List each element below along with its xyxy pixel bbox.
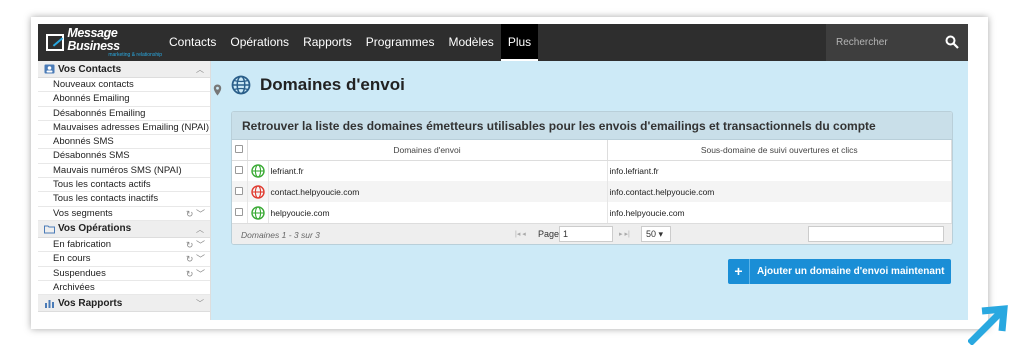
brand-logo[interactable]: Message Business marketing & relationshi…	[38, 24, 162, 61]
sidebar-item-archivees[interactable]: Archivées	[38, 281, 210, 296]
sidebar-item-contacts-inactifs[interactable]: Tous les contacts inactifs	[38, 192, 210, 207]
chevron-down-icon[interactable]: ﹀	[196, 269, 205, 279]
sidebar-header-operations[interactable]: Vos Opérations ︿	[38, 220, 210, 238]
page-header: Domaines d'envoi	[231, 75, 405, 95]
domain-cell: contact.helpyoucie.com	[268, 181, 608, 202]
sidebar-header-rapports[interactable]: Vos Rapports ﹀	[38, 295, 210, 313]
sidebar-item-en-cours[interactable]: En cours ↻ ﹀	[38, 252, 210, 267]
pager-next-icon[interactable]: ▸ ▸|	[619, 230, 630, 238]
add-domain-button[interactable]: + Ajouter un domaine d'envoi maintenant	[728, 259, 951, 284]
domain-cell: lefriant.fr	[268, 160, 608, 181]
sidebar-header-label: Vos Contacts	[58, 63, 122, 75]
sidebar-item-suspendues[interactable]: Suspendues ↻ ﹀	[38, 267, 210, 281]
globe-icon	[231, 75, 251, 95]
search-box	[826, 24, 968, 61]
sidebar-header-contacts[interactable]: Vos Contacts ︿	[38, 61, 210, 78]
page-label: Page	[538, 229, 560, 239]
refresh-icon[interactable]: ↻	[186, 209, 194, 219]
refresh-icon[interactable]: ↻	[186, 254, 194, 264]
domains-table: Domaines d'envoi Sous-domaine de suivi o…	[232, 140, 952, 223]
domains-panel: Retrouver la liste des domaines émetteur…	[231, 111, 953, 245]
chevron-down-icon[interactable]: ﹀	[196, 254, 205, 264]
sidebar-header-label: Vos Opérations	[58, 223, 132, 235]
chevron-down-icon[interactable]: ﹀	[196, 298, 204, 309]
nav-plus[interactable]: Plus	[500, 24, 539, 61]
corner-arrow-icon	[968, 305, 1008, 345]
search-input[interactable]	[836, 37, 936, 48]
logo-title: Message Business	[67, 26, 120, 53]
globe-status-icon	[250, 184, 265, 199]
chevron-up-icon[interactable]: ︿	[196, 224, 204, 235]
top-navigation-bar: Message Business marketing & relationshi…	[38, 24, 968, 61]
subdomain-cell: info.helpyoucie.com	[607, 202, 952, 223]
sidebar-item-en-fabrication[interactable]: En fabrication ↻ ﹀	[38, 238, 210, 253]
table-pager: Domaines 1 - 3 sur 3 |◂ ◂ Page 1 ▸ ▸| 50…	[232, 223, 952, 244]
table-header-row: Domaines d'envoi Sous-domaine de suivi o…	[232, 140, 952, 161]
sidebar-item-npai-emailing[interactable]: Mauvaises adresses Emailing (NPAI)	[38, 121, 210, 136]
add-domain-button-label: Ajouter un domaine d'envoi maintenant	[757, 266, 945, 277]
nav-programmes[interactable]: Programmes	[359, 24, 442, 61]
bar-chart-icon	[45, 300, 54, 309]
nav-contacts[interactable]: Contacts	[162, 24, 223, 61]
page-title: Domaines d'envoi	[260, 75, 405, 94]
page-size-value: 50	[646, 229, 657, 239]
chevron-down-icon[interactable]: ﹀	[196, 240, 205, 250]
plus-icon: +	[728, 259, 750, 284]
globe-status-icon	[250, 164, 265, 178]
chevron-up-icon[interactable]: ︿	[196, 64, 204, 75]
select-all-checkbox[interactable]	[235, 144, 244, 153]
dropdown-arrow-icon: ▾	[658, 229, 664, 239]
table-row[interactable]: lefriant.fr info.lefriant.fr	[232, 160, 952, 181]
refresh-icon[interactable]: ↻	[186, 269, 194, 279]
row-checkbox[interactable]	[235, 165, 244, 174]
table-row[interactable]: helpyoucie.com info.helpyoucie.com	[232, 202, 952, 223]
subdomain-cell: info.lefriant.fr	[607, 160, 952, 181]
record-count: Domaines 1 - 3 sur 3	[241, 230, 320, 240]
table-row[interactable]: contact.helpyoucie.com info.contact.help…	[232, 181, 952, 202]
sidebar-item-abonnes-sms[interactable]: Abonnés SMS	[38, 135, 210, 150]
folder-icon	[44, 225, 55, 234]
pager-prev-icon[interactable]: |◂ ◂	[515, 230, 526, 238]
app-window: Message Business marketing & relationshi…	[38, 24, 968, 320]
sidebar-item-contacts-actifs[interactable]: Tous les contacts actifs	[38, 178, 210, 193]
row-checkbox[interactable]	[235, 207, 244, 216]
search-icon[interactable]	[945, 35, 959, 49]
sidebar-header-label: Vos Rapports	[58, 297, 123, 309]
globe-status-icon	[250, 205, 265, 220]
sidebar-item-segments[interactable]: Vos segments ↻ ﹀	[38, 207, 210, 221]
panel-title: Retrouver la liste des domaines émetteur…	[232, 112, 952, 140]
pin-icon[interactable]	[213, 84, 222, 96]
sidebar-item-nouveaux-contacts[interactable]: Nouveaux contacts	[38, 78, 210, 93]
sidebar: Vos Contacts ︿ Nouveaux contacts Abonnés…	[38, 61, 211, 320]
logo-subtitle: marketing & relationship	[108, 52, 162, 58]
sidebar-item-desabonnes-sms[interactable]: Désabonnés SMS	[38, 149, 210, 164]
page-size-select[interactable]: 50 ▾	[641, 226, 671, 242]
logo-mark-icon	[46, 34, 65, 51]
chevron-down-icon[interactable]: ﹀	[196, 209, 205, 219]
column-header-subdomain[interactable]: Sous-domaine de suivi ouvertures et clic…	[607, 140, 952, 161]
sidebar-item-label: Suspendues	[53, 267, 106, 279]
sidebar-item-npai-sms[interactable]: Mauvais numéros SMS (NPAI)	[38, 164, 210, 179]
nav-operations[interactable]: Opérations	[223, 24, 296, 61]
column-header-domain[interactable]: Domaines d'envoi	[247, 140, 608, 161]
sidebar-item-abonnes-emailing[interactable]: Abonnés Emailing	[38, 92, 210, 107]
nav-modeles[interactable]: Modèles	[441, 24, 500, 61]
sidebar-item-label: En cours	[53, 253, 91, 265]
sidebar-item-label: Vos segments	[53, 207, 113, 219]
select-all-header	[232, 140, 248, 161]
sidebar-item-label: En fabrication	[53, 238, 112, 250]
pager-filter-input[interactable]	[808, 226, 944, 242]
refresh-icon[interactable]: ↻	[186, 240, 194, 250]
contact-card-icon	[44, 64, 55, 74]
nav-rapports[interactable]: Rapports	[296, 24, 359, 61]
main-nav: Contacts Opérations Rapports Programmes …	[162, 24, 539, 61]
page-number-input[interactable]: 1	[559, 226, 613, 242]
sidebar-item-desabonnes-emailing[interactable]: Désabonnés Emailing	[38, 107, 210, 121]
subdomain-cell: info.contact.helpyoucie.com	[607, 181, 952, 202]
domain-cell: helpyoucie.com	[268, 202, 608, 223]
row-checkbox[interactable]	[235, 186, 244, 195]
